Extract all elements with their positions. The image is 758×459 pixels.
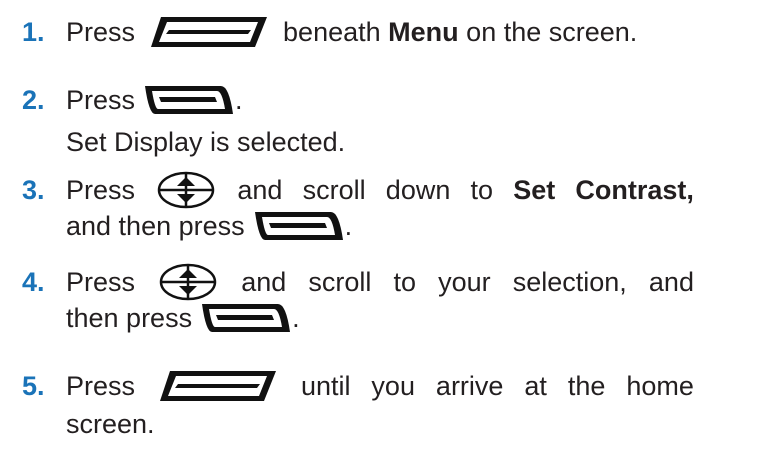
left-softkey-icon <box>147 14 271 50</box>
step-word: . <box>292 303 300 333</box>
step-word: to <box>393 267 417 297</box>
step-number: 1. <box>22 17 45 47</box>
step-word: and then press <box>66 211 245 241</box>
step-number: 2. <box>22 85 45 115</box>
set-label: Set <box>513 175 556 205</box>
navigation-key-icon <box>157 262 219 302</box>
step-text: Press beneath Menu on the screen. <box>66 12 637 52</box>
step-word: then press <box>66 303 193 333</box>
step-word: Press <box>66 85 136 115</box>
menu-label: Menu <box>388 17 459 47</box>
step-word: you <box>371 371 415 401</box>
step-text: and then press . <box>66 206 352 246</box>
right-softkey-icon <box>200 301 292 335</box>
navigation-key-icon <box>155 170 217 210</box>
step-word: Press <box>66 371 136 401</box>
step-note: Set Display is selected. <box>66 127 346 157</box>
step-word: at <box>524 371 547 401</box>
step-number: 4. <box>22 267 45 297</box>
step-word: and <box>237 175 283 205</box>
step-word: your <box>438 267 491 297</box>
step-word: Press <box>66 175 136 205</box>
step-word: . <box>344 211 353 241</box>
step-word: arrive <box>435 371 504 401</box>
step-word: selection, <box>512 267 627 297</box>
contrast-label: Contrast, <box>575 175 694 205</box>
step-text: Press and scroll down to Set Contrast, <box>66 170 694 210</box>
left-softkey-icon <box>156 368 280 404</box>
step-text: then press . <box>66 298 300 338</box>
step-word: and <box>648 267 694 297</box>
step-word: scroll <box>308 267 372 297</box>
step-word: until <box>300 371 351 401</box>
step-word: to <box>470 175 494 205</box>
step-number: 5. <box>22 371 45 401</box>
right-softkey-icon <box>143 83 235 117</box>
step-text: Press . <box>66 80 243 120</box>
step-word: the <box>567 371 606 401</box>
step-word: beneath <box>283 17 381 47</box>
right-softkey-icon <box>253 209 345 243</box>
step-word: scroll <box>302 175 366 205</box>
step-word: Press <box>66 267 136 297</box>
step-word: Press <box>66 17 136 47</box>
step-word: . <box>235 85 243 115</box>
step-word: down <box>385 175 451 205</box>
step-word: and <box>241 267 287 297</box>
step-text: Press until you arrive at the home <box>66 366 694 406</box>
step-text: screen. <box>66 409 155 439</box>
step-word: home <box>626 371 694 401</box>
step-number: 3. <box>22 175 45 205</box>
step-text: Press and scroll to your selection, and <box>66 262 694 302</box>
step-word: on the screen. <box>466 17 638 47</box>
